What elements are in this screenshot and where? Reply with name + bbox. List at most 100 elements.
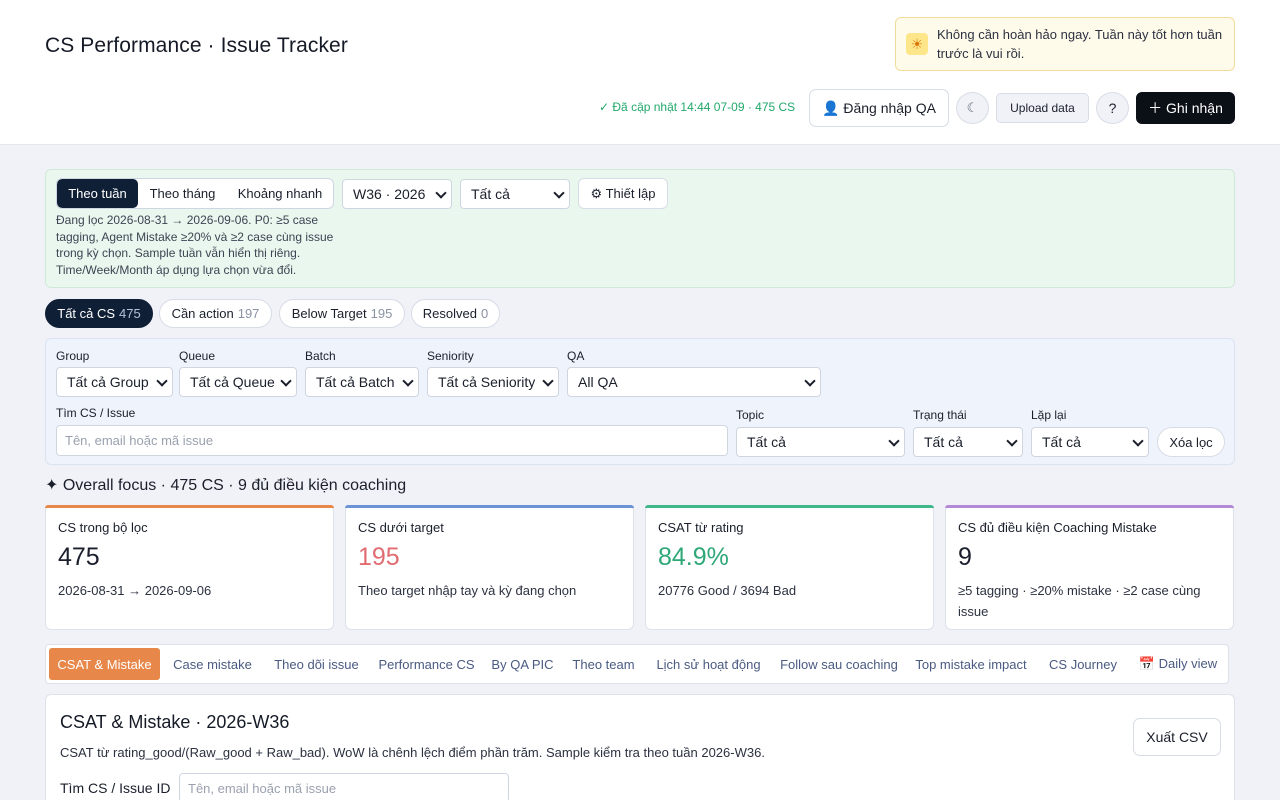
period-mode-switch: Theo tuần Theo tháng Khoảng nhanh [56, 178, 334, 209]
overall-focus-title: ✦ Overall focus · 475 CS · 9 đủ điều kiệ… [45, 477, 407, 494]
mode-quick-range[interactable]: Khoảng nhanh [227, 179, 333, 208]
repeat-label: Lặp lại [1031, 408, 1067, 422]
search-label: Tìm CS / Issue [56, 406, 136, 420]
chevron-down-icon [1132, 435, 1144, 447]
tab-activity-history[interactable]: Lịch sử hoạt động [647, 648, 770, 680]
cs-issue-search-input[interactable]: Tên, email hoặc mã issue [56, 425, 728, 456]
week-select[interactable]: W36 · 2026 [342, 179, 452, 209]
card-sub: Theo target nhập tay và kỳ đang chọn [358, 583, 577, 598]
section-description: CSAT từ rating_good/(Raw_good + Raw_bad)… [60, 745, 765, 760]
export-csv-button[interactable]: Xuất CSV [1133, 718, 1221, 756]
card-title: CS đủ điều kiện Coaching Mistake [958, 520, 1157, 535]
card-sub: 20776 Good / 3694 Bad [658, 583, 797, 598]
pill-label: Resolved [422, 306, 477, 321]
card-accent [45, 505, 334, 508]
card-value: 9 [958, 543, 972, 571]
motivation-text: Không cần hoàn hảo ngay. Tuần này tốt hơ… [937, 27, 1223, 61]
tab-issue-tracking[interactable]: Theo dõi issue [265, 648, 368, 680]
card-value: 84.9% [658, 543, 729, 571]
group-select-value: Tất cả Group [67, 374, 149, 390]
batch-select-value: Tất cả Batch [316, 374, 395, 390]
view-tabs: CSAT & Mistake Case mistake Theo dõi iss… [45, 644, 1229, 684]
app-header: CS Performance · Issue Tracker ☀ Không c… [0, 0, 1280, 145]
card-accent [945, 505, 1234, 508]
repeat-select[interactable]: Tất cả [1031, 427, 1149, 457]
chevron-down-icon [402, 375, 414, 387]
card-value: 195 [358, 543, 400, 571]
upload-data-button[interactable]: Upload data [996, 93, 1089, 123]
chevron-down-icon [553, 187, 565, 199]
qa-label: QA [567, 349, 585, 363]
motivation-banner: ☀ Không cần hoàn hảo ngay. Tuần này tốt … [895, 17, 1235, 71]
repeat-select-value: Tất cả [1042, 434, 1081, 450]
chevron-down-icon [435, 187, 447, 199]
tab-cs-journey[interactable]: CS Journey [1037, 648, 1129, 680]
card-coaching-eligible: CS đủ điều kiện Coaching Mistake 9 ≥5 ta… [945, 505, 1234, 630]
record-button[interactable]: ＋ Ghi nhận [1136, 92, 1235, 124]
seniority-label: Seniority [427, 349, 474, 363]
pill-all-cs[interactable]: Tất cả CS 475 [45, 299, 153, 328]
tab-by-team[interactable]: Theo team [563, 648, 644, 680]
card-accent [645, 505, 934, 508]
card-accent [345, 505, 634, 508]
mode-month[interactable]: Theo tháng [138, 179, 227, 208]
qa-select[interactable]: All QA [567, 367, 821, 397]
help-button[interactable]: ? [1096, 92, 1129, 124]
chevron-down-icon [280, 375, 292, 387]
period-note: Đang lọc 2026-08-31 → 2026-09-06. P0: ≥5… [56, 213, 334, 278]
pill-label: Cần action [171, 306, 234, 321]
pill-resolved[interactable]: Resolved 0 [411, 299, 500, 328]
card-title: CS trong bộ lọc [58, 520, 148, 535]
tab-performance-cs[interactable]: Performance CS [371, 648, 482, 680]
pill-need-action[interactable]: Cần action 197 [159, 299, 272, 328]
card-title: CS dưới target [358, 520, 444, 535]
group-select[interactable]: Tất cả Group [56, 367, 173, 397]
card-csat-rating: CSAT từ rating 84.9% 20776 Good / 3694 B… [645, 505, 934, 630]
seniority-select[interactable]: Tất cả Seniority [427, 367, 559, 397]
qa-login-button[interactable]: 👤 Đăng nhập QA [809, 89, 949, 127]
pill-count: 0 [480, 306, 489, 321]
clear-filter-button[interactable]: Xóa lọc [1157, 427, 1225, 457]
status-select[interactable]: Tất cả [913, 427, 1023, 457]
group-label: Group [56, 349, 90, 363]
topic-select[interactable]: Tất cả [736, 427, 905, 457]
section-search-input[interactable]: Tên, email hoặc mã issue [179, 773, 509, 800]
pill-below-target[interactable]: Below Target 195 [279, 299, 405, 328]
pill-count: 195 [370, 306, 393, 321]
update-status: ✓ Đã cập nhật 14:44 07-09 · 475 CS [599, 100, 796, 114]
topic-select-value: Tất cả [747, 434, 786, 450]
status-label: Trạng thái [913, 408, 967, 422]
section-title: CSAT & Mistake · 2026-W36 [60, 712, 290, 732]
card-sub: ≥5 tagging · ≥20% mistake · ≥2 case cùng… [958, 583, 1201, 619]
chevron-down-icon [804, 375, 816, 387]
scope-select[interactable]: Tất cả [460, 179, 570, 209]
csat-mistake-section: CSAT & Mistake · 2026-W36 CSAT từ rating… [45, 694, 1235, 800]
batch-select[interactable]: Tất cả Batch [305, 367, 419, 397]
filter-panel: Group Tất cả Group Queue Tất cả Queue Ba… [45, 338, 1235, 465]
batch-label: Batch [305, 349, 336, 363]
card-title: CSAT từ rating [658, 520, 744, 535]
card-sub: 2026-08-31 → 2026-09-06 [58, 583, 212, 598]
tab-case-mistake[interactable]: Case mistake [163, 648, 262, 680]
tab-by-qa-pic[interactable]: By QA PIC [485, 648, 560, 680]
queue-select-value: Tất cả Queue [190, 374, 275, 390]
setup-button[interactable]: ⚙ Thiết lập [578, 178, 668, 209]
section-search-label: Tìm CS / Issue ID [60, 780, 171, 796]
theme-toggle-icon[interactable]: ☾ [956, 92, 989, 124]
tab-daily-view[interactable]: 📅 Daily view [1132, 648, 1224, 680]
qa-select-value: All QA [578, 374, 618, 390]
card-cs-below-target: CS dưới target 195 Theo target nhập tay … [345, 505, 634, 630]
scope-select-value: Tất cả [471, 186, 510, 202]
queue-select[interactable]: Tất cả Queue [179, 367, 297, 397]
status-select-value: Tất cả [924, 434, 963, 450]
chevron-down-icon [888, 435, 900, 447]
topic-label: Topic [736, 408, 765, 422]
tab-csat-mistake[interactable]: CSAT & Mistake [49, 648, 160, 680]
app-title: CS Performance · Issue Tracker [45, 34, 348, 57]
chevron-down-icon [542, 375, 554, 387]
period-panel: Theo tuần Theo tháng Khoảng nhanh W36 · … [45, 169, 1235, 288]
tab-follow-coaching[interactable]: Follow sau coaching [773, 648, 905, 680]
mode-week[interactable]: Theo tuần [57, 179, 138, 208]
seniority-select-value: Tất cả Seniority [438, 374, 536, 390]
tab-top-mistake-impact[interactable]: Top mistake impact [908, 648, 1034, 680]
